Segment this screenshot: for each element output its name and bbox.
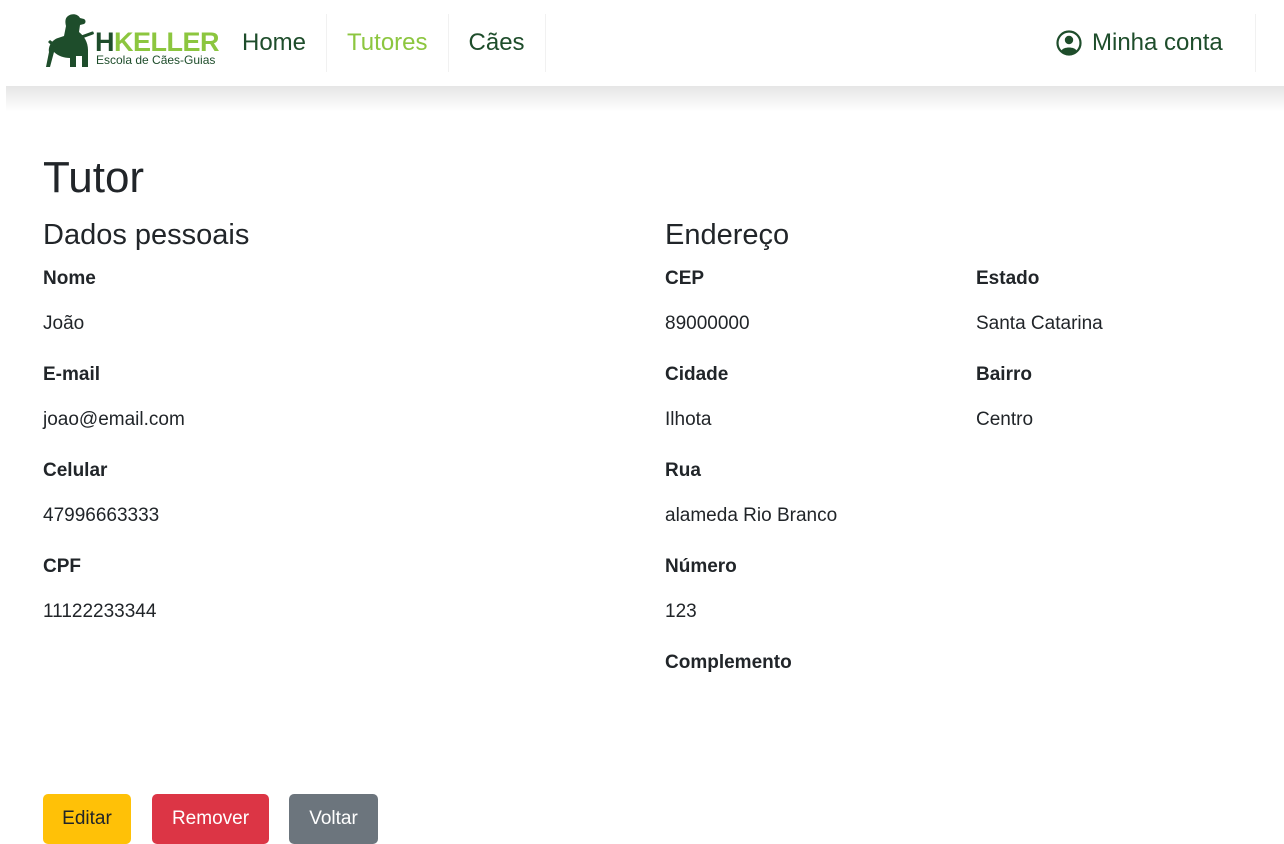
nav-item-caes[interactable]: Cães — [449, 14, 546, 72]
celular-label: Celular — [43, 460, 108, 481]
complemento-label: Complemento — [665, 652, 792, 673]
account-label: Minha conta — [1092, 29, 1223, 56]
numero-label: Número — [665, 556, 737, 577]
brand-name: HKELLER — [95, 27, 220, 57]
personal-section-title: Dados pessoais — [43, 219, 250, 251]
nav-item-home[interactable]: Home — [222, 14, 328, 72]
cep-label: CEP — [665, 268, 705, 289]
nome-label: Nome — [43, 268, 96, 289]
rua-value: alameda Rio Branco — [665, 505, 838, 526]
nav-item-tutores[interactable]: Tutores — [327, 14, 449, 72]
brand-logo[interactable]: HKELLER Escola de Cães-Guias — [46, 12, 221, 72]
cep-value: 89000000 — [665, 313, 750, 334]
address-section-title: Endereço — [665, 219, 790, 251]
account-menu[interactable]: Minha conta — [1036, 14, 1256, 72]
email-label: E-mail — [43, 364, 101, 385]
brand-subtitle: Escola de Cães-Guias — [96, 53, 216, 67]
cidade-label: Cidade — [665, 364, 729, 385]
bairro-label: Bairro — [976, 364, 1032, 385]
rua-label: Rua — [665, 460, 701, 481]
cpf-label: CPF — [43, 556, 81, 577]
nome-value: João — [43, 313, 85, 334]
navbar: HKELLER Escola de Cães-Guias Home Tutore… — [0, 0, 1284, 86]
main-nav: Home Tutores Cães — [222, 14, 546, 72]
cpf-value: 11122233344 — [43, 601, 157, 622]
bairro-value: Centro — [976, 409, 1034, 430]
guide-dog-logo-icon — [46, 14, 94, 67]
estado-value: Santa Catarina — [976, 313, 1103, 334]
celular-value: 47996663333 — [43, 505, 160, 526]
user-circle-icon — [1056, 30, 1082, 56]
numero-value: 123 — [665, 601, 697, 622]
cidade-value: Ilhota — [665, 409, 712, 430]
page-title: Tutor — [43, 153, 145, 202]
email-value: joao@email.com — [43, 409, 185, 430]
estado-label: Estado — [976, 268, 1040, 289]
navbar-shadow — [6, 86, 1284, 112]
